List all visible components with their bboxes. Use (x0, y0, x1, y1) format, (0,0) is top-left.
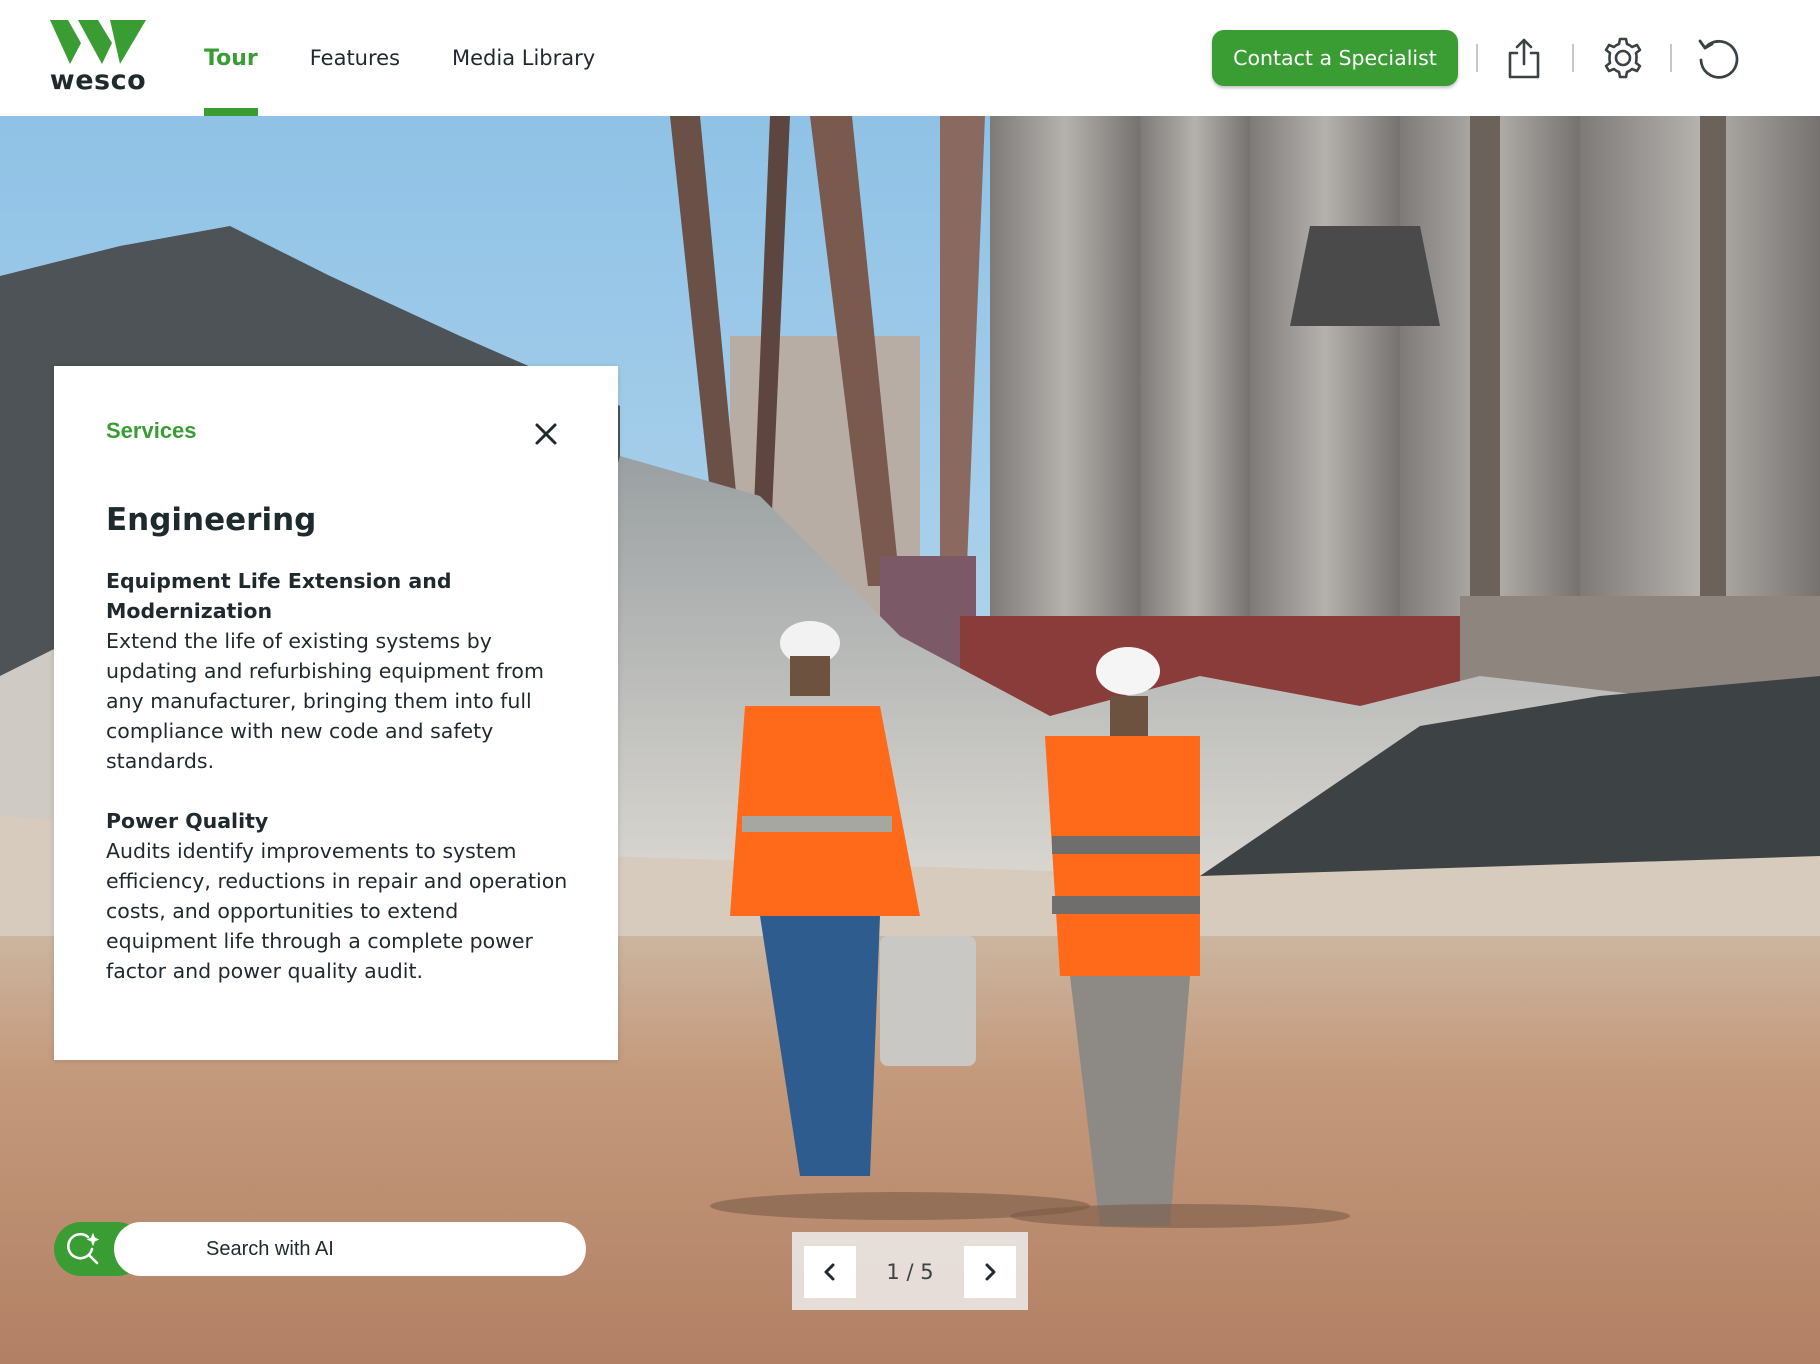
section-text: Extend the life of existing systems by u… (106, 629, 544, 773)
panel-category: Services (106, 418, 197, 443)
ai-search-icon (67, 1232, 100, 1265)
panel-title: Engineering (106, 502, 317, 538)
tab-media-library-label: Media Library (452, 46, 596, 70)
info-panel: Services Engineering Equipment Life Exte… (54, 366, 618, 1060)
slide-pager: 1 / 5 (792, 1232, 1028, 1310)
tab-tour-label: Tour (204, 45, 258, 71)
gear-icon[interactable] (1599, 34, 1647, 82)
logo-wordmark: wesco (49, 65, 147, 96)
tab-features[interactable]: Features (310, 0, 400, 116)
wesco-logo[interactable]: wesco (48, 20, 148, 96)
tab-features-label: Features (309, 46, 401, 70)
chevron-right-icon (985, 1263, 996, 1281)
section-heading: Power Quality (106, 809, 269, 833)
reset-icon[interactable] (1694, 34, 1742, 82)
header-divider (1670, 44, 1672, 72)
panel-section: Power Quality Audits identify improvemen… (106, 806, 574, 986)
ai-search-input[interactable] (114, 1222, 586, 1276)
section-text: Audits identify improvements to system e… (106, 839, 568, 983)
header-divider (1572, 44, 1574, 72)
main-nav: Tour Features Media Library (204, 0, 647, 116)
page-counter: 1 / 5 (886, 1260, 934, 1284)
next-button[interactable] (964, 1246, 1016, 1298)
wesco-logo-mark (50, 20, 146, 64)
chevron-left-icon (824, 1263, 835, 1281)
close-icon[interactable] (530, 418, 562, 450)
share-icon[interactable] (1500, 34, 1548, 82)
header-divider (1476, 44, 1478, 72)
tab-media-library[interactable]: Media Library (452, 0, 595, 116)
panel-body: Equipment Life Extension and Modernizati… (106, 566, 574, 1016)
top-header: wesco Tour Features Media Library Contac… (0, 0, 1820, 116)
panel-section: Equipment Life Extension and Modernizati… (106, 566, 574, 776)
ai-search-bar (54, 1222, 586, 1276)
section-heading: Equipment Life Extension and Modernizati… (106, 569, 452, 623)
tab-tour[interactable]: Tour (204, 0, 258, 116)
previous-button[interactable] (804, 1246, 856, 1298)
contact-specialist-button[interactable]: Contact a Specialist (1212, 30, 1458, 86)
